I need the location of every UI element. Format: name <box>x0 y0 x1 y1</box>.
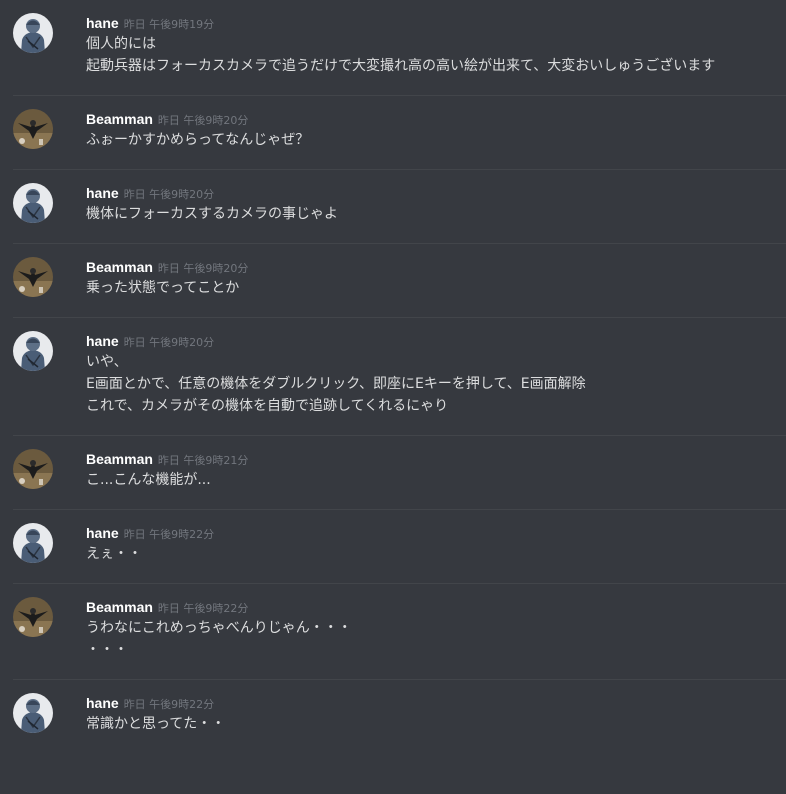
message-item[interactable]: Beamman 昨日 午後9時21分こ...こんな機能が... <box>13 436 786 510</box>
message-text: 乗った状態でってことか <box>86 280 240 296</box>
username[interactable]: hane <box>86 695 119 711</box>
hane-avatar-icon[interactable] <box>13 183 53 223</box>
message-item[interactable]: hane 昨日 午後9時20分機体にフォーカスするカメラの事じゃよ <box>13 170 786 244</box>
message-item[interactable]: hane 昨日 午後9時22分えぇ・・ <box>13 510 786 584</box>
beamman-avatar-icon[interactable] <box>13 449 53 489</box>
username[interactable]: hane <box>86 525 119 541</box>
username[interactable]: Beamman <box>86 111 153 127</box>
username[interactable]: hane <box>86 15 119 31</box>
timestamp: 昨日 午後9時19分 <box>123 18 215 31</box>
hane-avatar-icon[interactable] <box>13 693 53 733</box>
beamman-avatar-icon[interactable] <box>13 109 53 149</box>
timestamp: 昨日 午後9時21分 <box>157 454 249 467</box>
message-header: hane 昨日 午後9時22分 <box>86 523 786 543</box>
message-header: Beamman 昨日 午後9時21分 <box>86 449 786 469</box>
beamman-avatar-icon[interactable] <box>13 257 53 297</box>
message-text: ふぉーかすかめらってなんじゃぜ？ <box>86 132 310 148</box>
message-text: えぇ・・ <box>86 546 142 562</box>
message-text: 常識かと思ってた・・ <box>86 716 226 732</box>
message-header: hane 昨日 午後9時22分 <box>86 693 786 713</box>
timestamp: 昨日 午後9時20分 <box>123 188 215 201</box>
message-item[interactable]: hane 昨日 午後9時22分常識かと思ってた・・ <box>13 680 786 753</box>
message-item[interactable]: hane 昨日 午後9時20分いや、 E画面とかで、任意の機体をダブルクリック、即座… <box>13 318 786 436</box>
message-item[interactable]: hane 昨日 午後9時19分個人的には起動兵器はフォーカスカメラで追うだけで大変… <box>13 0 786 96</box>
beamman-avatar-icon[interactable] <box>13 597 53 637</box>
message-header: Beamman 昨日 午後9時20分 <box>86 109 786 129</box>
timestamp: 昨日 午後9時20分 <box>123 336 215 349</box>
hane-avatar-icon[interactable] <box>13 13 53 53</box>
timestamp: 昨日 午後9時20分 <box>157 262 249 275</box>
message-text: いや、 <box>86 354 128 370</box>
message-text: ・・・ <box>86 642 128 658</box>
message-header: hane 昨日 午後9時19分 <box>86 13 786 33</box>
timestamp: 昨日 午後9時22分 <box>123 698 215 711</box>
username[interactable]: hane <box>86 333 119 349</box>
username[interactable]: Beamman <box>86 259 153 275</box>
message-item[interactable]: Beamman 昨日 午後9時22分うわなにこれめっちゃべんりじゃん・・・ ・・・ <box>13 584 786 680</box>
message-list: hane 昨日 午後9時19分個人的には起動兵器はフォーカスカメラで追うだけで大変… <box>0 0 786 753</box>
message-header: hane 昨日 午後9時20分 <box>86 183 786 203</box>
message-text: 機体にフォーカスするカメラの事じゃよ <box>86 206 338 222</box>
hane-avatar-icon[interactable] <box>13 331 53 371</box>
message-text: これで、カメラがその機体を自動で追跡してくれるにゃり <box>86 398 449 414</box>
message-header: Beamman 昨日 午後9時20分 <box>86 257 786 277</box>
hane-avatar-icon[interactable] <box>13 523 53 563</box>
timestamp: 昨日 午後9時22分 <box>157 602 249 615</box>
timestamp: 昨日 午後9時22分 <box>123 528 215 541</box>
message-text: こ...こんな機能が... <box>86 472 211 488</box>
message-item[interactable]: Beamman 昨日 午後9時20分乗った状態でってことか <box>13 244 786 318</box>
message-header: hane 昨日 午後9時20分 <box>86 331 786 351</box>
message-header: Beamman 昨日 午後9時22分 <box>86 597 786 617</box>
message-text: うわなにこれめっちゃべんりじゃん・・・ <box>86 620 352 636</box>
username[interactable]: Beamman <box>86 451 153 467</box>
timestamp: 昨日 午後9時20分 <box>157 114 249 127</box>
message-text: E画面とかで、任意の機体をダブルクリック、即座にEキーを押して、E画面解除 <box>86 376 586 392</box>
message-item[interactable]: Beamman 昨日 午後9時20分ふぉーかすかめらってなんじゃぜ？ <box>13 96 786 170</box>
username[interactable]: hane <box>86 185 119 201</box>
username[interactable]: Beamman <box>86 599 153 615</box>
message-text: 起動兵器はフォーカスカメラで追うだけで大変撮れ高の高い絵が出来て、大変おいしゅう… <box>86 58 716 74</box>
message-text: 個人的には <box>86 36 156 52</box>
